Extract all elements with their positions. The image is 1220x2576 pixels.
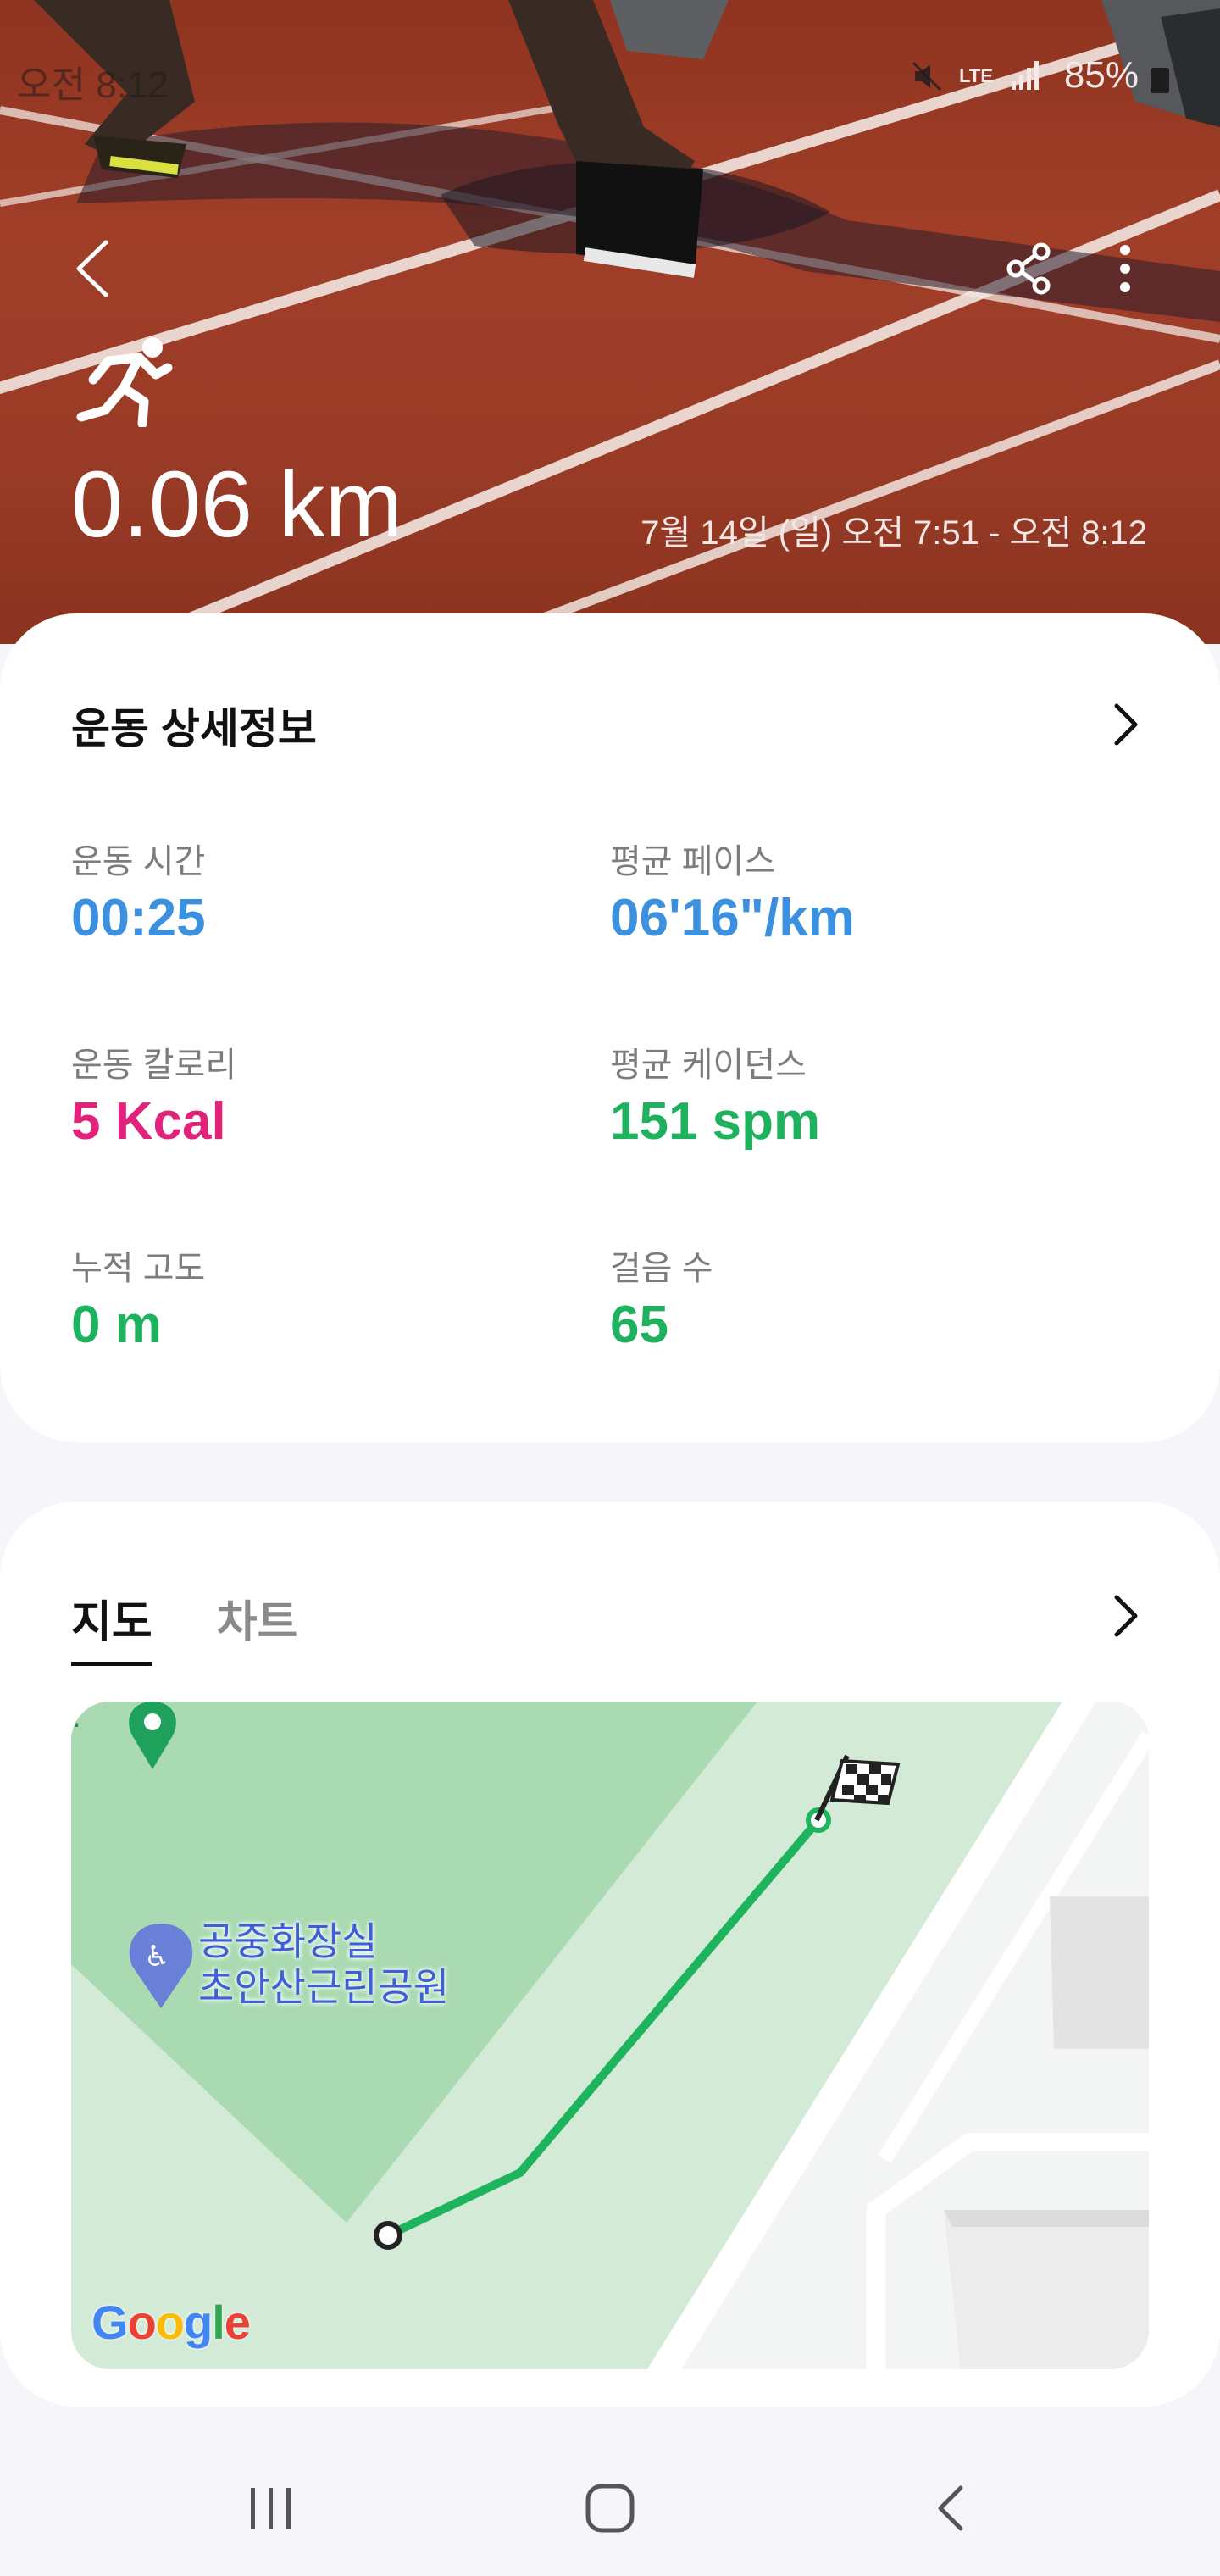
battery-percent: 85% <box>1063 54 1139 96</box>
metric-value: 151 spm <box>610 1092 821 1151</box>
recent-apps-icon <box>251 2488 291 2529</box>
metric-avg-cadence: 평균 케이던스 151 spm <box>610 1037 820 1152</box>
more-options-icon <box>1120 245 1130 292</box>
map-canvas: . ♿ <box>71 1702 1149 2369</box>
metric-label: 평균 페이스 <box>610 843 776 880</box>
battery-icon <box>1151 68 1169 93</box>
map-place-label-line2: 초안산근린공원 <box>198 1965 450 2009</box>
metric-value: 5 Kcal <box>71 1092 226 1151</box>
status-bar: 오전 8:12 LTE 85% <box>0 51 1220 106</box>
metric-label: 누적 고도 <box>71 1250 206 1287</box>
metric-duration: 운동 시간 00:25 <box>71 834 206 948</box>
map-place-label: 공중화장실 초안산근린공원 <box>198 1918 449 2010</box>
share-icon <box>1006 242 1051 295</box>
system-nav-bar <box>0 2440 1220 2576</box>
metric-label: 평균 케이던스 <box>610 1046 807 1084</box>
metric-calories: 운동 칼로리 5 Kcal <box>71 1037 236 1152</box>
metric-label: 걸음 수 <box>610 1250 713 1287</box>
nav-back-button[interactable] <box>908 2466 993 2551</box>
metric-label: 운동 시간 <box>71 843 206 880</box>
metric-avg-pace: 평균 페이스 06'16"/km <box>610 834 855 948</box>
chevron-right-icon <box>1114 703 1138 746</box>
details-more-button[interactable] <box>1096 695 1156 754</box>
workout-details-card: 운동 상세정보 운동 시간 00:25 평균 페이스 06'16"/km 운동 … <box>0 613 1220 1442</box>
mute-icon <box>912 61 942 92</box>
chevron-right-icon <box>1114 1595 1138 1637</box>
map-place-label-line1: 공중화장실 <box>198 1919 378 1963</box>
metric-value: 0 m <box>71 1296 162 1354</box>
back-button[interactable] <box>54 230 130 307</box>
metric-steps: 걸음 수 65 <box>610 1241 713 1355</box>
metric-label: 운동 칼로리 <box>71 1046 237 1084</box>
route-map[interactable]: . ♿ 공중화장실 초안산근린공원 Google <box>71 1702 1149 2369</box>
metric-value: 06'16"/km <box>610 889 855 947</box>
map-chart-tabs: 지도 차트 <box>71 1586 297 1666</box>
share-button[interactable] <box>991 230 1068 307</box>
more-options-button[interactable] <box>1087 230 1163 307</box>
home-icon <box>585 2484 635 2533</box>
back-icon <box>76 240 108 297</box>
tab-chart[interactable]: 차트 <box>217 1586 298 1666</box>
home-button[interactable] <box>568 2466 652 2551</box>
status-icons: LTE <box>910 59 1042 93</box>
distance-value: 0.06 km <box>71 452 403 557</box>
status-time: 오전 8:12 <box>17 64 169 106</box>
map-chart-card: 지도 차트 . ♿ 공중화장실 초안산근린공원 Google <box>0 1502 1220 2407</box>
google-logo: Google <box>92 2296 251 2349</box>
workout-date-range: 7월 14일 (일) 오전 7:51 - 오전 8:12 <box>640 514 1147 552</box>
tab-map[interactable]: 지도 <box>71 1586 152 1666</box>
nav-back-icon <box>938 2485 963 2531</box>
metric-value: 65 <box>610 1296 668 1354</box>
hero-banner: 오전 8:12 LTE 85% 0.06 km 7월 14일 (일) 오전 7:… <box>0 0 1220 644</box>
details-title: 운동 상세정보 <box>71 705 317 752</box>
running-icon <box>76 337 173 427</box>
recent-apps-button[interactable] <box>229 2466 313 2551</box>
signal-icon <box>1012 61 1039 90</box>
lte-label: LTE <box>959 65 993 86</box>
map-more-button[interactable] <box>1096 1586 1156 1646</box>
metric-elevation-gain: 누적 고도 0 m <box>71 1241 205 1355</box>
svg-text:.: . <box>71 1702 81 1735</box>
svg-text:♿: ♿ <box>144 1940 169 1974</box>
metric-value: 00:25 <box>71 889 206 947</box>
